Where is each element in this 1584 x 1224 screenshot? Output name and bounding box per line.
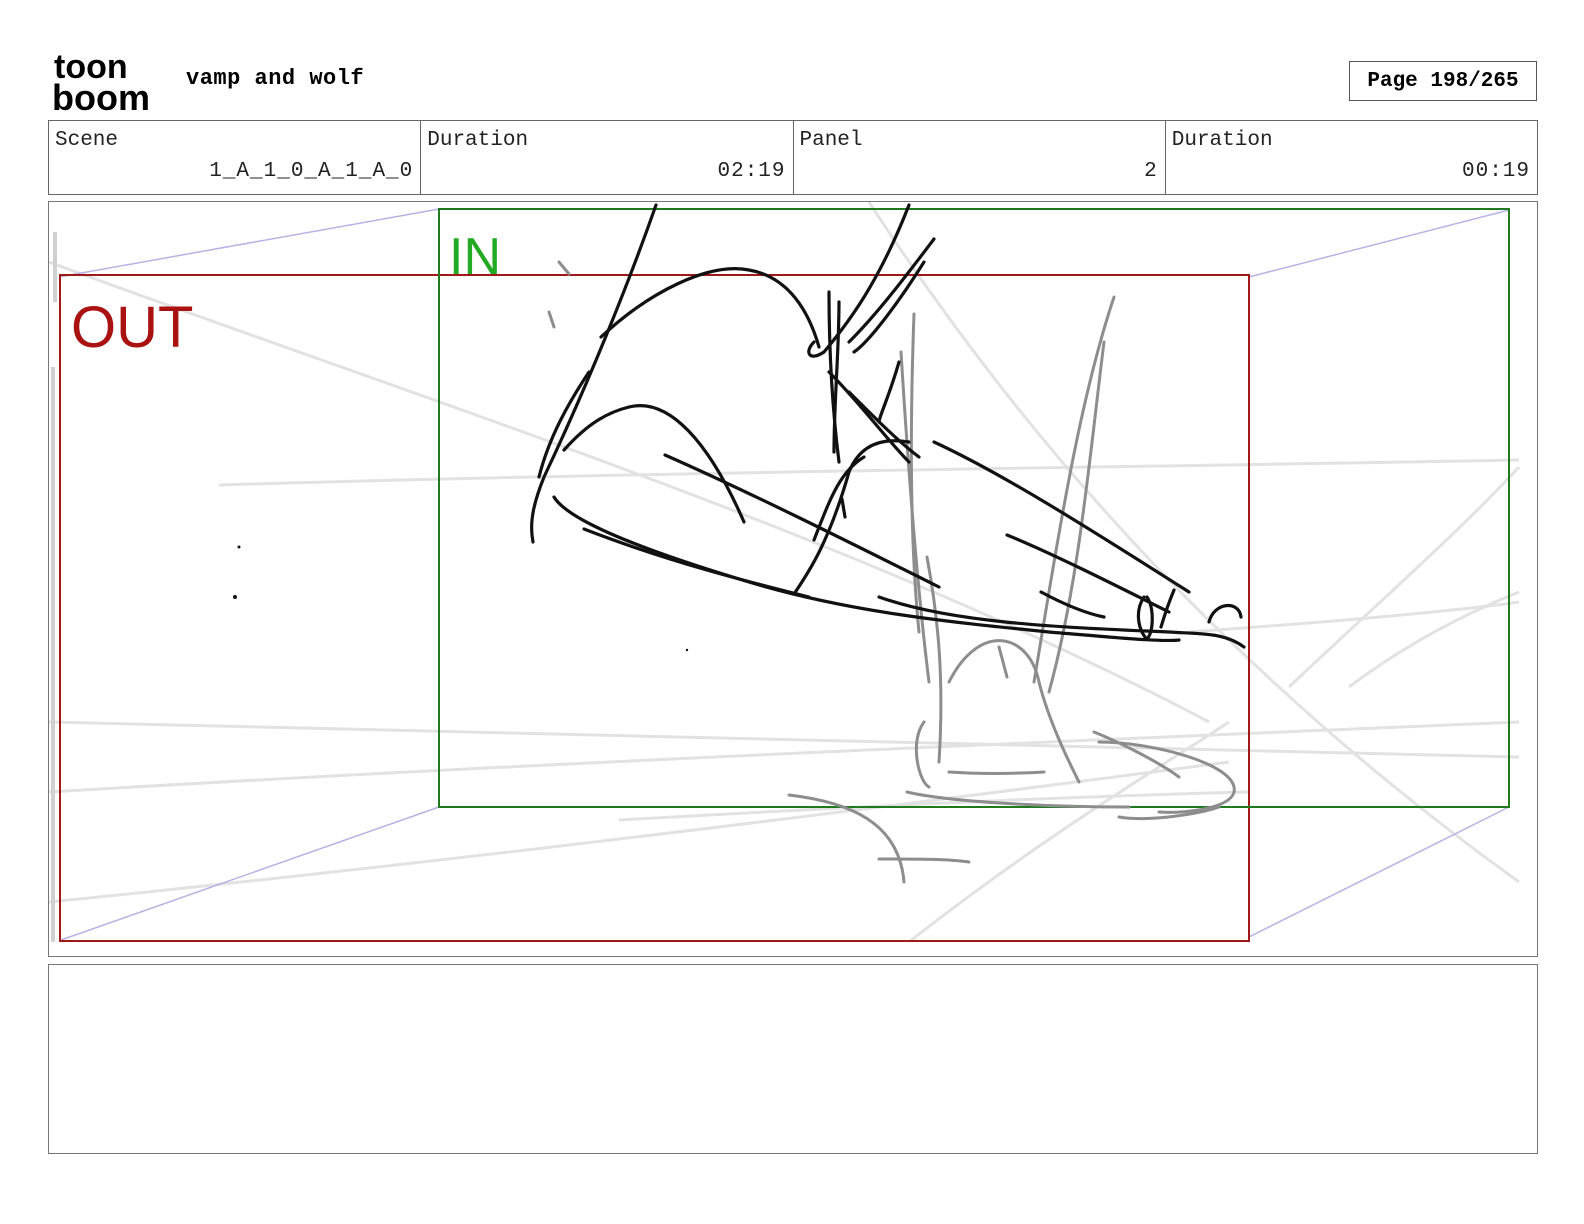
panel-cell: Panel 2 — [794, 121, 1166, 194]
background-sketch-lines — [49, 202, 1521, 944]
project-title: vamp and wolf — [186, 66, 365, 91]
panel-duration-value: 00:19 — [1461, 160, 1530, 183]
panel-duration-label: Duration — [1171, 129, 1273, 152]
page-indicator: Page 198/265 — [1349, 61, 1537, 101]
scene-label: Scene — [55, 129, 119, 152]
storyboard-panel: OUT IN — [48, 201, 1538, 957]
panel-value: 2 — [1144, 160, 1158, 183]
in-label: IN — [449, 228, 501, 286]
toon-boom-logo: toon boom — [52, 50, 150, 112]
logo-text-bottom: boom — [52, 77, 150, 112]
out-label: OUT — [71, 295, 193, 360]
scene-duration-value: 02:19 — [717, 160, 786, 183]
scene-duration-label: Duration — [427, 129, 529, 152]
sketch-dots — [233, 545, 689, 652]
gray-sketch — [547, 260, 1236, 884]
panel-label: Panel — [799, 129, 863, 152]
scene-value: 1_A_1_0_A_1_A_0 — [209, 160, 414, 183]
in-frame — [438, 208, 1510, 808]
panel-notes — [48, 964, 1538, 1154]
panel-duration-cell: Duration 00:19 — [1166, 121, 1537, 194]
info-table: Scene 1_A_1_0_A_1_A_0 Duration 02:19 Pan… — [48, 120, 1538, 195]
panel-drawing: OUT IN — [49, 202, 1521, 944]
perspective-guides — [58, 208, 1510, 941]
black-sketch — [530, 203, 1246, 649]
scene-duration-cell: Duration 02:19 — [421, 121, 794, 194]
page-label: Page 198/265 — [1367, 69, 1519, 93]
scene-cell: Scene 1_A_1_0_A_1_A_0 — [49, 121, 422, 194]
edge-smudge — [51, 232, 57, 942]
